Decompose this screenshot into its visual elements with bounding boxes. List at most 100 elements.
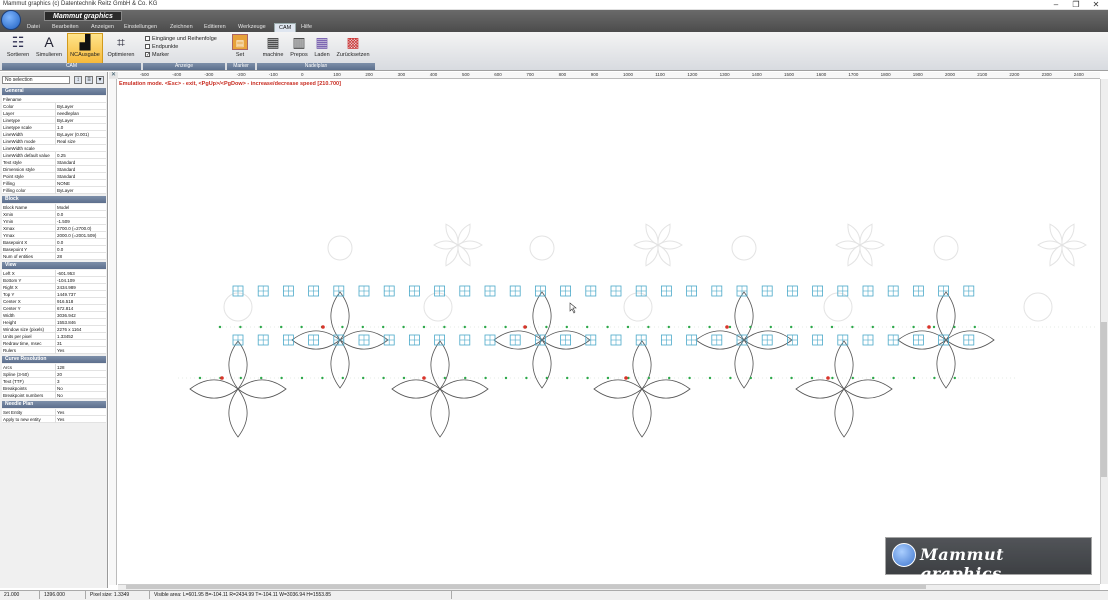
property-row[interactable]: Linetype scale 1.0 (2, 124, 106, 131)
laden-button[interactable]: ▦ Laden (312, 34, 332, 64)
property-value[interactable]: 1553.846 (55, 319, 106, 326)
categorize-icon[interactable]: ≡ (85, 76, 93, 84)
property-row[interactable]: Center Y 672.814 (2, 305, 106, 312)
maximize-button[interactable]: ❐ (1066, 0, 1086, 10)
property-row[interactable]: Width 3036.942 (2, 312, 106, 319)
property-value[interactable]: No (55, 392, 106, 399)
property-value[interactable]: Yes (55, 416, 106, 423)
property-row[interactable]: Ymax 2000.0 (=2001.509) (2, 232, 106, 239)
property-row[interactable]: Text (TTF) 3 (2, 378, 106, 385)
property-value[interactable]: needleplan (55, 110, 106, 117)
property-row[interactable]: Ymin -1.509 (2, 218, 106, 225)
property-value[interactable]: 3 (55, 378, 106, 385)
checkbox-box[interactable] (145, 44, 150, 50)
property-row[interactable]: LineWidth ByLayer (0.001) (2, 131, 106, 138)
property-row[interactable]: Filling NONE (2, 180, 106, 187)
property-row[interactable]: Basepoint Y 0.0 (2, 246, 106, 253)
property-row[interactable]: Height 1553.846 (2, 319, 106, 326)
property-value[interactable]: 0.0 (55, 211, 106, 218)
property-value[interactable]: 2434.989 (55, 284, 106, 291)
property-row[interactable]: Num of entities 28 (2, 253, 106, 260)
property-value[interactable]: 2000.0 (=2001.509) (55, 232, 106, 239)
sortieren-button[interactable]: ☷ Sortieren (4, 34, 32, 64)
property-value[interactable]: 20 (55, 371, 106, 378)
close-button[interactable]: ✕ (1086, 0, 1106, 10)
tab-werkzeuge[interactable]: Werkzeuge (238, 23, 266, 32)
tab-bearbeiten[interactable]: Bearbeiten (52, 23, 79, 32)
property-value[interactable]: 28 (55, 253, 106, 260)
property-row[interactable]: Arcs 128 (2, 364, 106, 371)
optimieren-button[interactable]: ⌗ Optimieren (105, 34, 137, 64)
property-value[interactable]: Yes (55, 347, 106, 354)
property-row[interactable]: Linetype ByLayer (2, 117, 106, 124)
tab-cam[interactable]: CAM (274, 23, 297, 32)
property-row[interactable]: Xmax 2700.0 (=2700.0) (2, 225, 106, 232)
section-header-view[interactable]: View (2, 262, 106, 269)
property-row[interactable]: Color ByLayer (2, 103, 106, 110)
vertical-scroll-thumb[interactable] (1101, 322, 1107, 477)
property-row[interactable]: Apply to new entity Yes (2, 416, 106, 423)
section-header-needle[interactable]: Needle Plan (2, 401, 106, 408)
tab-anzeigen[interactable]: Anzeigen (91, 23, 114, 32)
property-row[interactable]: Bottom Y -104.109 (2, 277, 106, 284)
filter-icon[interactable]: ▾ (96, 76, 104, 84)
property-row[interactable]: Basepoint X 0.0 (2, 239, 106, 246)
property-row[interactable]: Window size (pixels) 2276 x 1164 (2, 326, 106, 333)
property-value[interactable]: 31 (55, 340, 106, 347)
set-button[interactable]: ▤ Set (230, 34, 250, 64)
checkbox-endpunkte[interactable]: Endpunkte (145, 43, 217, 51)
zuruecksetzen-button[interactable]: ▩ Zurücksetzen (334, 34, 372, 64)
drawing-canvas[interactable] (118, 79, 1100, 584)
property-value[interactable]: NONE (55, 180, 106, 187)
section-header-block[interactable]: Block (2, 196, 106, 203)
property-row[interactable]: Redraw time, msec 31 (2, 340, 106, 347)
tab-zeichnen[interactable]: Zeichnen (170, 23, 193, 32)
tab-hilfe[interactable]: Hilfe (301, 23, 312, 32)
property-value[interactable]: Real size (55, 138, 106, 145)
property-value[interactable]: Yes (55, 409, 106, 416)
property-value[interactable]: -1.509 (55, 218, 106, 225)
property-row[interactable]: Left X -601.953 (2, 270, 106, 277)
minimize-button[interactable]: – (1046, 0, 1066, 10)
checkbox-eingaenge[interactable]: Eingänge und Reihenfolge (145, 35, 217, 43)
property-value[interactable]: ByLayer (0.001) (55, 131, 106, 138)
ncausgabe-button[interactable]: ▟ NCAusgabe (67, 33, 103, 64)
property-row[interactable]: Spline (3-50) 20 (2, 371, 106, 378)
property-value[interactable]: 916.518 (55, 298, 106, 305)
tab-datei[interactable]: Datei (27, 23, 40, 32)
property-value[interactable]: Standard (55, 159, 106, 166)
property-value[interactable]: 1.33452 (55, 333, 106, 340)
property-value[interactable]: 0.25 (55, 152, 106, 159)
property-value[interactable]: ByLayer (55, 117, 106, 124)
property-value[interactable]: Model (55, 204, 106, 211)
property-row[interactable]: Point style Standard (2, 173, 106, 180)
property-row[interactable]: LineWidth default value 0.25 (2, 152, 106, 159)
property-row[interactable]: Dimension style Standard (2, 166, 106, 173)
property-value[interactable]: -104.109 (55, 277, 106, 284)
property-row[interactable]: Filename (2, 96, 106, 103)
property-value[interactable]: 672.814 (55, 305, 106, 312)
property-row[interactable]: Filling color ByLayer (2, 187, 106, 194)
property-row[interactable]: LineWidth mode Real size (2, 138, 106, 145)
property-row[interactable]: Breakpoint numbers No (2, 392, 106, 399)
checkbox-box-checked[interactable]: ✓ (145, 52, 150, 58)
checkbox-box[interactable] (145, 36, 150, 42)
property-value[interactable]: ByLayer (55, 187, 106, 194)
property-value[interactable]: 0.0 (55, 246, 106, 253)
property-row[interactable]: Right X 2434.989 (2, 284, 106, 291)
property-row[interactable]: Breakpoints No (2, 385, 106, 392)
selection-dropdown[interactable]: No selection (2, 76, 70, 84)
property-value[interactable]: 3036.942 (55, 312, 106, 319)
property-value[interactable]: ByLayer (55, 103, 106, 110)
machine-button[interactable]: ▦ machine (260, 34, 286, 64)
property-row[interactable]: Block Name Model (2, 204, 106, 211)
tab-editieren[interactable]: Editieren (204, 23, 226, 32)
property-value[interactable]: 1449.737 (55, 291, 106, 298)
property-value[interactable]: 128 (55, 364, 106, 371)
ruler-corner-icon[interactable]: ✕ (109, 72, 118, 79)
property-value[interactable]: Standard (55, 166, 106, 173)
property-row[interactable]: Text style Standard (2, 159, 106, 166)
tab-einstellungen[interactable]: Einstellungen (124, 23, 157, 32)
property-row[interactable]: Xmin 0.0 (2, 211, 106, 218)
property-value[interactable]: 1.0 (55, 124, 106, 131)
